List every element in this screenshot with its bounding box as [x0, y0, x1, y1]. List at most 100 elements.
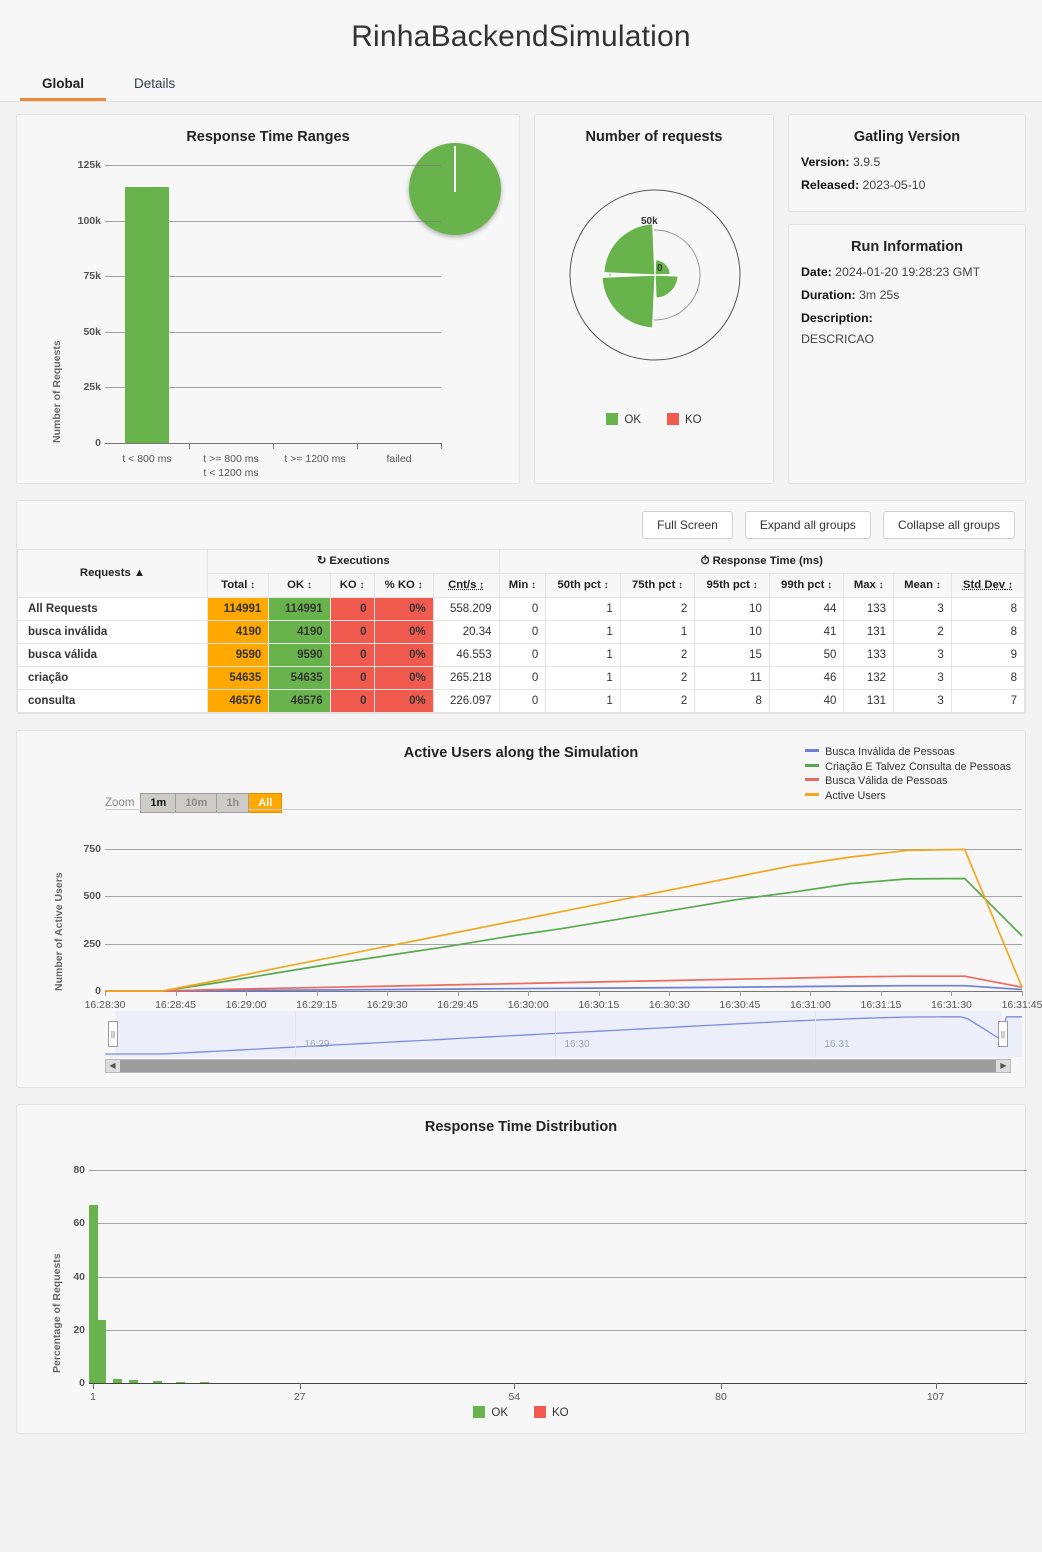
gridline-response-ranges — [105, 165, 441, 166]
run-description-row: Description: — [789, 307, 1025, 330]
full-screen-button[interactable]: Full Screen — [642, 511, 733, 539]
col-max[interactable]: Max — [843, 573, 895, 598]
range-navigator[interactable]: 16:29 16:30 16:31 || || ◀ ▶ — [105, 1011, 1022, 1073]
run-description-label: Description: — [801, 311, 873, 325]
distribution-bar-5 — [176, 1381, 186, 1383]
cell-cnt-s: 46.553 — [432, 643, 500, 667]
sort-asc-icon: ▲ — [130, 567, 146, 579]
tab-global[interactable]: Global — [20, 70, 107, 101]
gatling-version-title: Gatling Version — [853, 129, 961, 145]
series-line-1 — [105, 877, 1023, 992]
col-p75[interactable]: 75th pct — [619, 573, 696, 598]
col-total[interactable]: Total — [206, 573, 270, 598]
top-panels-row: Response Time Ranges Number of Requests 0… — [0, 102, 1042, 484]
navigator-handle-left[interactable]: || — [108, 1021, 118, 1047]
table-row[interactable]: busca inválida 4190 4190 0 0% 20.34 0 1 1 10 41 131… — [17, 620, 1026, 644]
col-p99[interactable]: 99th pct — [768, 573, 845, 598]
xtick-active-users-2: 16:29:00 — [225, 999, 267, 1011]
xtick-active-users-8: 16:30:30 — [648, 999, 690, 1011]
cell-mean: 3 — [893, 666, 952, 690]
col-pct-ko[interactable]: % KO — [373, 573, 434, 598]
polar-rtick-0: 0 — [657, 263, 663, 274]
col-mean[interactable]: Mean — [893, 573, 952, 598]
gatling-version-panel: Gatling Version Version: 3.9.5 Released:… — [788, 114, 1026, 212]
active-users-series-svg — [105, 848, 1023, 992]
col-std-dev[interactable]: Std Dev — [950, 573, 1026, 598]
col-requests[interactable]: Requests ▲ — [17, 549, 208, 598]
navigator-handle-right[interactable]: || — [998, 1021, 1008, 1047]
tab-details[interactable]: Details — [112, 70, 197, 101]
table-row[interactable]: consulta 46576 46576 0 0% 226.097 0 1 2 8 40 131 3 7 — [17, 689, 1026, 713]
cell-std-dev: 8 — [950, 597, 1026, 621]
distribution-bar-2 — [112, 1379, 122, 1383]
run-date-value: 2024-01-20 19:28:23 GMT — [835, 265, 981, 279]
cell-p50: 1 — [545, 689, 621, 713]
navigator-label-1: 16:30 — [564, 1039, 590, 1050]
legend-swatch-ok-dist — [473, 1406, 486, 1418]
run-information-panel: Run Information Date: 2024-01-20 19:28:2… — [788, 224, 1026, 484]
plot-top-rule-active-users — [105, 809, 1022, 810]
version-label: Version: — [801, 155, 850, 169]
cell-p75: 2 — [619, 643, 696, 667]
xtick-mark-active-users-9 — [739, 991, 741, 996]
scroll-right-arrow[interactable]: ▶ — [997, 1060, 1010, 1072]
cell-p95: 10 — [694, 620, 770, 644]
xtick-active-users-12: 16:31:30 — [931, 999, 972, 1011]
polar-slice-1 — [654, 274, 679, 299]
xtick-mark-active-users-13 — [1022, 991, 1023, 996]
group-response-time-label: Response Time (ms) — [712, 555, 823, 567]
released-row: Released: 2023-05-10 — [789, 174, 1025, 197]
version-row: Version: 3.9.5 — [789, 151, 1025, 174]
run-duration-row: Duration: 3m 25s — [789, 284, 1025, 307]
cell-p50: 1 — [545, 620, 621, 644]
cell-p75: 2 — [619, 666, 696, 690]
request-name-cell[interactable]: criação — [17, 666, 208, 690]
col-p50[interactable]: 50th pct — [545, 573, 621, 598]
table-toolbar: Full Screen Expand all groups Collapse a… — [17, 501, 1025, 549]
request-name-cell[interactable]: busca inválida — [17, 620, 208, 644]
col-cnt-per-s[interactable]: Cnt/s — [432, 573, 500, 598]
col-p95[interactable]: 95th pct — [694, 573, 770, 598]
ytick-distribution: 60 — [73, 1217, 85, 1230]
legend-swatch-ko-dist — [534, 1406, 546, 1418]
group-executions: ↻ Executions — [207, 549, 500, 574]
expand-all-groups-button[interactable]: Expand all groups — [744, 511, 871, 539]
col-min[interactable]: Min — [498, 573, 547, 598]
col-ko[interactable]: KO — [329, 573, 375, 598]
cell-ko: 0 — [329, 689, 375, 713]
xtick-mark-response-ranges-3 — [441, 443, 442, 449]
request-name-cell[interactable]: All Requests — [17, 597, 208, 621]
table-row[interactable]: busca válida 9590 9590 0 0% 46.553 0 1 2 15 50 133 3… — [17, 643, 1026, 667]
cell-total: 54635 — [206, 666, 270, 690]
scroll-left-arrow[interactable]: ◀ — [106, 1060, 119, 1072]
xtick-response-ranges-2: t >= 1200 ms — [284, 453, 346, 465]
ytick-response-ranges: 125k — [77, 159, 101, 171]
cell-cnt-s: 20.34 — [432, 620, 500, 644]
col-ok[interactable]: OK — [268, 573, 331, 598]
gridline-distribution — [89, 1170, 1027, 1172]
ytick-active-users: 250 — [83, 937, 101, 950]
cell-ko: 0 — [329, 666, 375, 690]
cell-ko: 0 — [329, 620, 375, 644]
table-row[interactable]: All Requests 114991 114991 0 0% 558.209 0 1 2 10 4… — [17, 597, 1026, 621]
legend-item-ok: OK — [606, 413, 641, 426]
distribution-bar-6 — [200, 1381, 210, 1383]
run-description-value: DESCRICAO — [801, 332, 875, 346]
request-name-cell[interactable]: consulta — [17, 689, 208, 713]
horizontal-scrollbar[interactable]: ◀ ▶ — [105, 1059, 1011, 1073]
xtick-distribution-4: 107 — [926, 1391, 945, 1403]
request-name-cell[interactable]: busca válida — [17, 643, 208, 667]
navigator-gridline-1 — [555, 1011, 556, 1057]
cell-std-dev: 7 — [950, 689, 1026, 713]
collapse-all-groups-button[interactable]: Collapse all groups — [882, 511, 1015, 539]
cell-pct-ko: 0% — [373, 666, 434, 690]
ytick-distribution: 20 — [73, 1323, 85, 1336]
cell-p75: 1 — [619, 620, 696, 644]
col-requests-label: Requests — [79, 567, 131, 579]
xtick-active-users-0: 16:28:30 — [84, 999, 126, 1011]
cell-max: 132 — [843, 666, 895, 690]
scrollbar-thumb[interactable] — [120, 1060, 996, 1072]
xtick-mark-active-users-0 — [105, 991, 106, 996]
table-row[interactable]: criação 54635 54635 0 0% 265.218 0 1 2 11 46 132 3 8 — [17, 666, 1026, 690]
navigator-label-0: 16:29 — [304, 1039, 330, 1050]
